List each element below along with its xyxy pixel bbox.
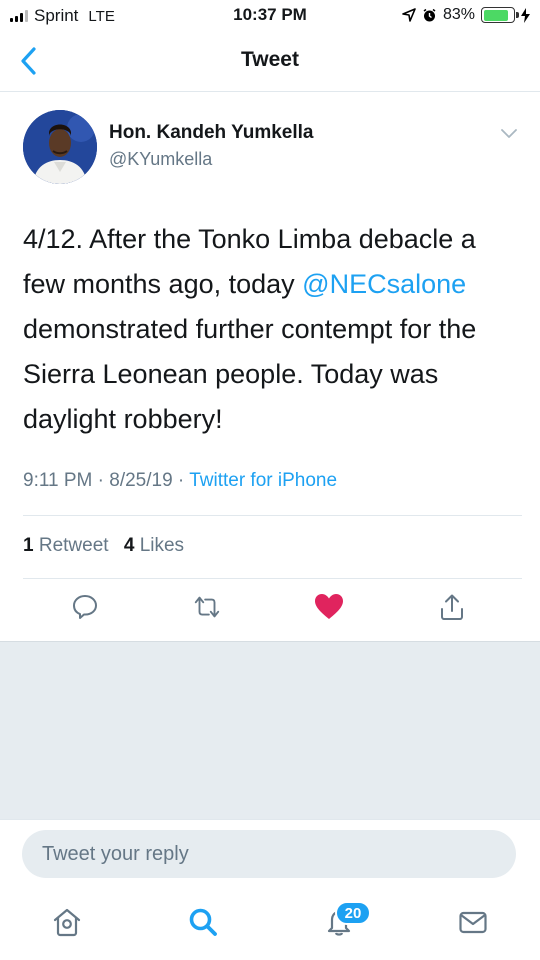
tweet-source-link[interactable]: Twitter for iPhone bbox=[189, 470, 337, 491]
page-title: Tweet bbox=[241, 48, 299, 71]
retweets-stat[interactable]: 1 Retweet bbox=[23, 535, 109, 556]
search-icon bbox=[189, 908, 217, 936]
retweet-label: Retweet bbox=[38, 535, 109, 556]
tweet-text: 4/12. After the Tonko Limba debacle a fe… bbox=[23, 217, 523, 442]
tab-messages[interactable] bbox=[456, 905, 490, 939]
tweet-actions bbox=[0, 592, 540, 628]
reply-input[interactable] bbox=[22, 830, 516, 878]
tab-home[interactable] bbox=[50, 905, 84, 939]
divider bbox=[23, 578, 522, 579]
empty-replies-area bbox=[0, 641, 540, 819]
meta-separator: · bbox=[92, 470, 110, 491]
tweet-stats: 1 Retweet 4 Likes bbox=[23, 535, 184, 557]
like-count: 4 bbox=[123, 535, 135, 556]
reply-button[interactable] bbox=[70, 592, 100, 622]
heart-filled-icon bbox=[315, 594, 343, 619]
battery-icon bbox=[481, 7, 519, 23]
charging-bolt-icon bbox=[521, 7, 530, 23]
mail-icon bbox=[459, 911, 487, 934]
author-handle[interactable]: @KYumkella bbox=[109, 149, 212, 170]
tweet-date: 8/25/19 bbox=[109, 470, 173, 491]
home-icon bbox=[53, 908, 81, 937]
nav-bar: Tweet bbox=[0, 32, 540, 92]
like-button[interactable] bbox=[314, 592, 344, 622]
battery-percent: 83% bbox=[442, 6, 475, 23]
retweet-count: 1 bbox=[23, 535, 34, 556]
reply-icon bbox=[73, 595, 97, 619]
reply-bar bbox=[0, 819, 540, 889]
author-name[interactable]: Hon. Kandeh Yumkella bbox=[109, 122, 313, 144]
tweet-text-part2: demonstrated further contempt for the Si… bbox=[23, 314, 477, 434]
share-button[interactable] bbox=[437, 592, 467, 622]
likes-label: Likes bbox=[139, 535, 185, 556]
retweet-button[interactable] bbox=[192, 592, 222, 622]
retweet-icon bbox=[194, 596, 220, 618]
location-arrow-icon bbox=[402, 8, 416, 22]
tab-bar: 20 bbox=[0, 889, 540, 960]
divider bbox=[23, 515, 522, 516]
status-bar: Sprint LTE 10:37 PM 83% bbox=[0, 0, 540, 32]
status-right: 83% bbox=[402, 6, 530, 24]
notifications-badge: 20 bbox=[335, 901, 371, 925]
avatar[interactable] bbox=[23, 110, 97, 184]
tweet-meta: 9:11 PM · 8/25/19 · Twitter for iPhone bbox=[23, 470, 337, 492]
tweet-time: 9:11 PM bbox=[23, 470, 93, 491]
likes-stat[interactable]: 4 Likes bbox=[124, 535, 184, 556]
mention-link[interactable]: @NECsalone bbox=[302, 269, 466, 299]
avatar-image bbox=[23, 110, 97, 184]
alarm-icon bbox=[423, 8, 436, 21]
share-icon bbox=[441, 594, 463, 620]
chevron-down-icon[interactable] bbox=[500, 128, 518, 140]
tab-search[interactable] bbox=[186, 905, 220, 939]
meta-separator: · bbox=[172, 470, 190, 491]
